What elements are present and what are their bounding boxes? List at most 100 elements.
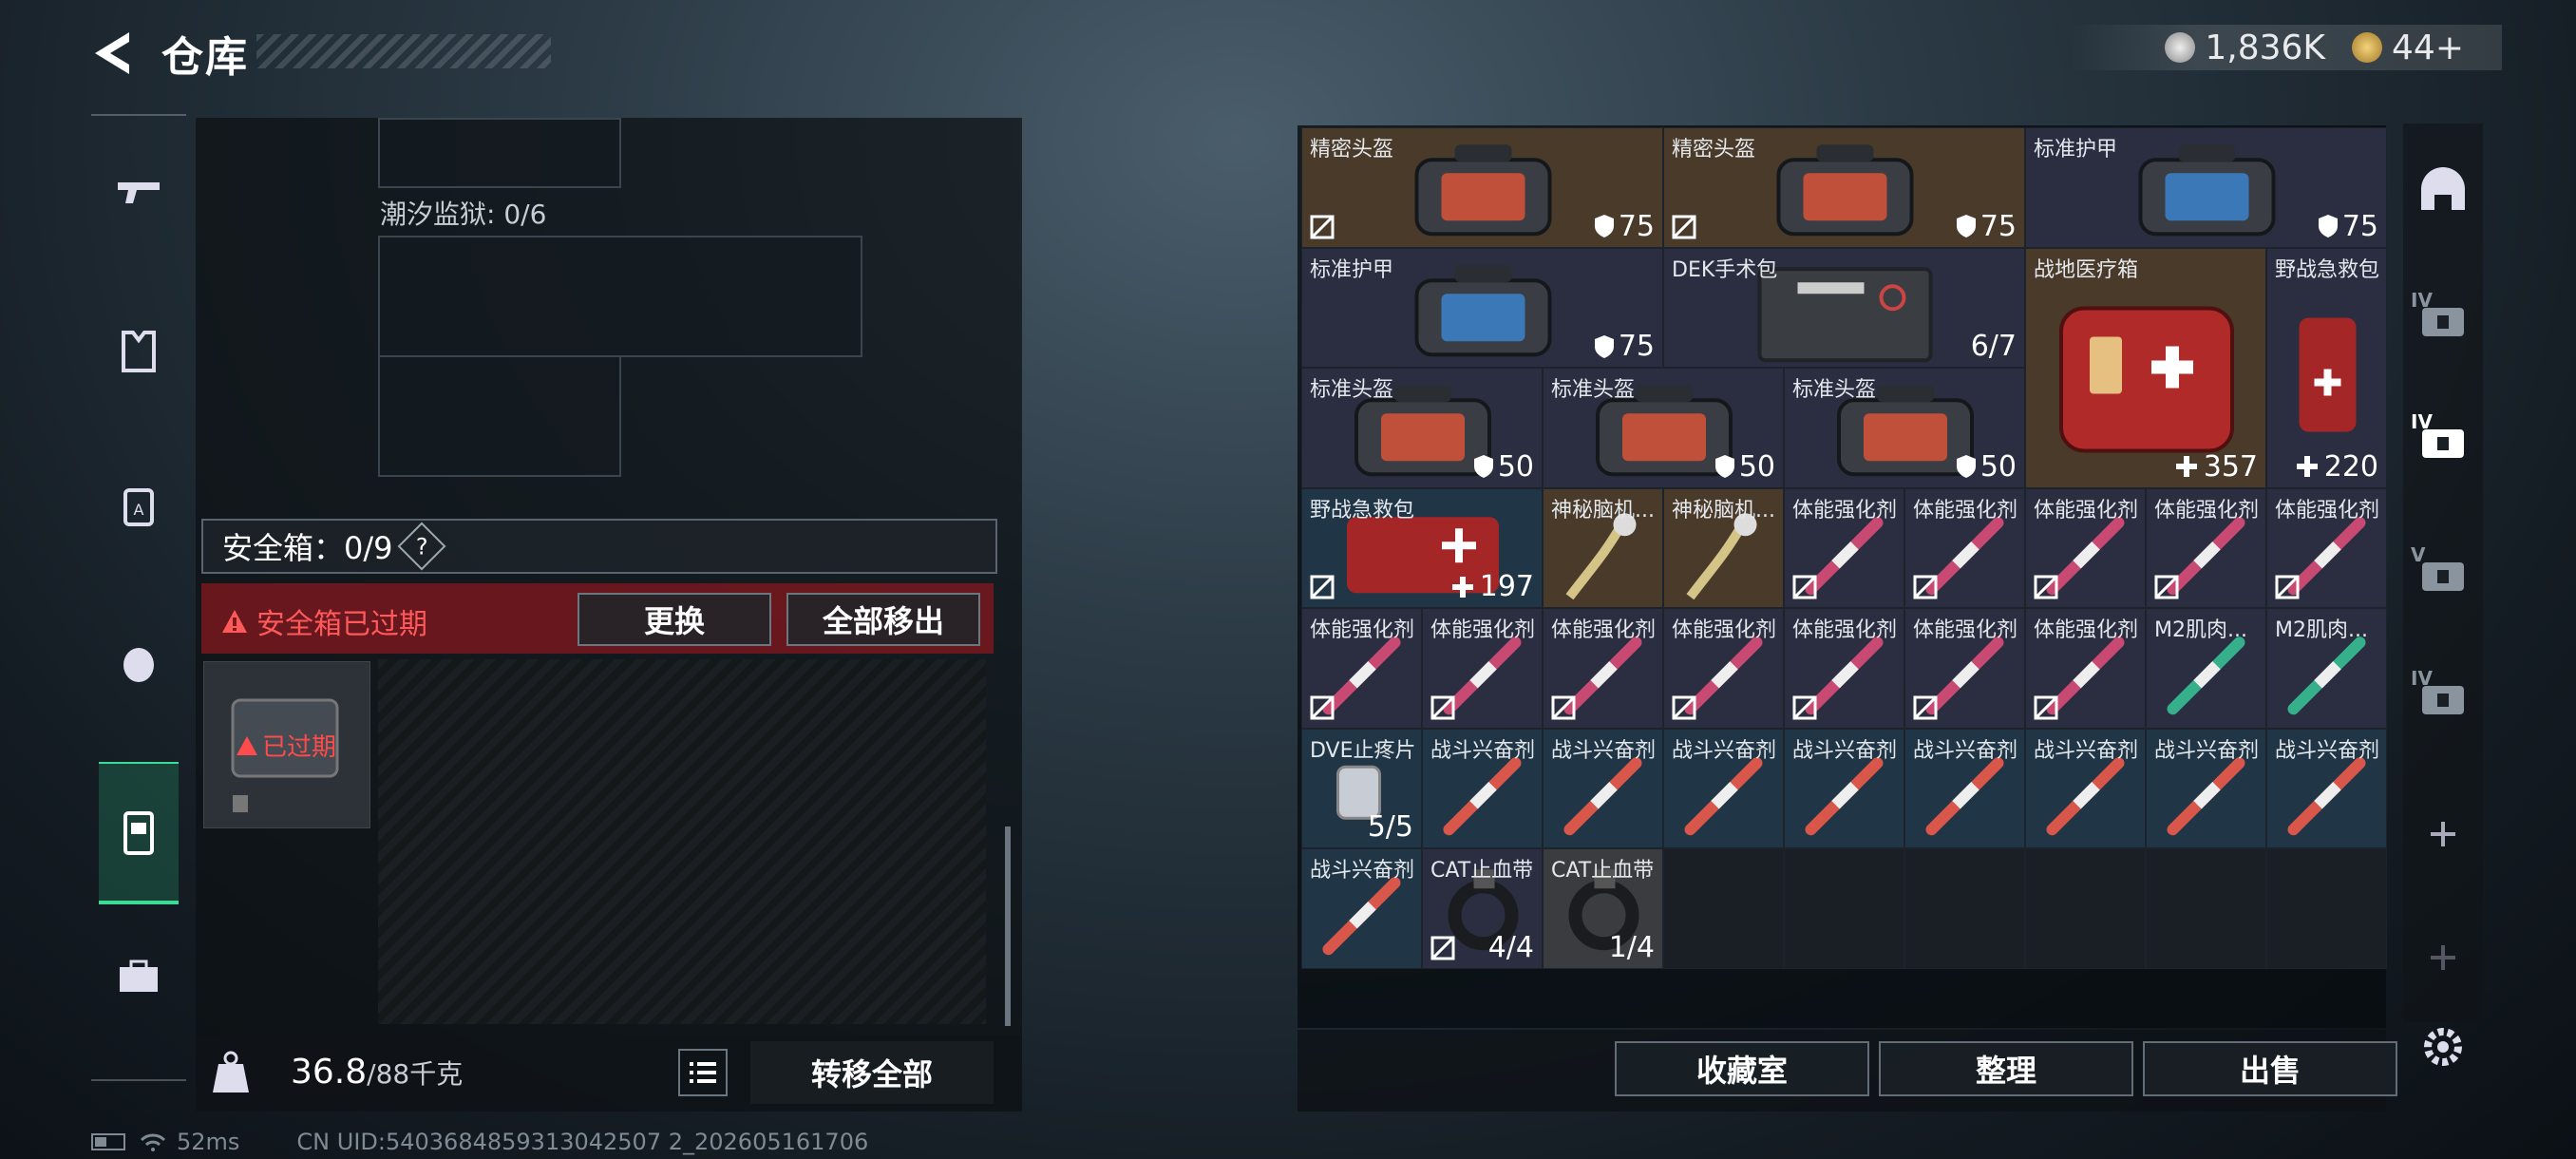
item-name: M2肌肉... [2275,618,2368,642]
empty-slot[interactable] [1904,848,2025,969]
remove-all-button[interactable]: 全部移出 [786,593,980,646]
empty-slot[interactable] [2266,848,2387,969]
expired-warning-text: 安全箱已过期 [256,608,427,641]
category-tab[interactable] [2413,160,2473,220]
inventory-item[interactable]: 战地医疗箱 357 [2025,247,2266,488]
case-expired-label: 已过期 [236,728,336,763]
item-name: 体能强化剂 [2034,618,2139,642]
inventory-item[interactable]: 神秘脑机... [1543,487,1663,608]
nav-safe-box[interactable] [99,762,179,904]
category-tab[interactable]: IV [2411,408,2473,469]
inventory-item[interactable]: 体能强化剂 [2146,487,2266,608]
nav-gun[interactable] [99,154,179,230]
inventory-item[interactable]: 战斗兴奋剂 [1543,728,1663,848]
inventory-item[interactable]: 战斗兴奋剂 [2146,728,2266,848]
inventory-item[interactable]: 体能强化剂 [2025,608,2146,729]
back-button[interactable] [87,27,137,80]
inventory-item[interactable]: CAT止血带 4/4 [1422,848,1543,969]
inventory-item[interactable]: 战斗兴奋剂 [1422,728,1543,848]
item-value: 75 [2318,210,2378,243]
empty-slot[interactable] [2146,848,2266,969]
inventory-item[interactable]: 体能强化剂 [1543,608,1663,729]
inventory-item[interactable]: 体能强化剂 [1663,608,1784,729]
category-tab[interactable]: IV [2411,287,2473,348]
no-sell-icon [1913,695,1938,719]
category-tab[interactable]: V [2411,542,2473,602]
category-tab[interactable]: IV [2411,665,2473,726]
nav-toolbox[interactable] [99,939,179,1015]
armor-icon [122,331,156,372]
inventory-item[interactable]: 神秘脑机... [1663,487,1784,608]
help-icon[interactable]: ? [397,522,445,571]
inventory-item[interactable]: 标准护甲 75 [1301,247,1663,368]
inventory-item[interactable]: DEK手术包 6/7 [1663,247,2025,368]
inventory-item[interactable]: 战斗兴奋剂 [1301,848,1422,969]
item-name: 战地医疗箱 [2034,257,2139,282]
inventory-item[interactable]: 体能强化剂 [2025,487,2146,608]
inventory-item[interactable]: 体能强化剂 [2266,487,2387,608]
list-toggle[interactable] [678,1049,728,1096]
inventory-item[interactable]: 体能强化剂 [1904,487,2025,608]
inventory-item[interactable]: M2肌肉... [2266,608,2387,729]
inventory-item[interactable]: 战斗兴奋剂 [1663,728,1784,848]
replace-button[interactable]: 更换 [578,593,771,646]
inventory-item[interactable]: 战斗兴奋剂 [1784,728,1904,848]
no-sell-icon [1430,936,1455,960]
inventory-item[interactable]: 体能强化剂 [1422,608,1543,729]
inventory-item[interactable]: 野战急救包 197 [1301,487,1543,608]
add-icon [2431,822,2455,846]
sell-button[interactable]: 出售 [2143,1041,2397,1096]
category-tab[interactable] [2413,927,2473,988]
settings-icon [2424,1028,2462,1066]
inventory-item[interactable]: 标准头盔 50 [1543,368,1784,488]
inventory-item[interactable]: 体能强化剂 [1904,608,2025,729]
inventory-item[interactable]: 战斗兴奋剂 [2266,728,2387,848]
nav-backpack[interactable]: A [99,467,179,543]
inventory-item[interactable]: 体能强化剂 [1784,608,1904,729]
category-tab[interactable] [2413,804,2473,864]
organize-button[interactable]: 整理 [1879,1041,2133,1096]
case-expired-text: 已过期 [262,733,337,762]
nav-bag[interactable] [99,625,179,701]
inventory-item[interactable]: CAT止血带 1/4 [1543,848,1663,969]
inventory-item[interactable]: 标准护甲 75 [2025,127,2387,248]
inventory-item[interactable]: 体能强化剂 [1784,487,1904,608]
no-sell-icon [1792,695,1817,719]
expired-warning: 安全箱已过期 [220,600,427,642]
no-sell-icon [2034,695,2058,719]
inventory-item[interactable]: 标准头盔 50 [1301,368,1543,488]
bottom-button-bar: 收藏室 整理 出售 [1297,1030,2397,1112]
inventory-item[interactable]: 精密头盔 75 [1663,127,2025,248]
transfer-all-button[interactable]: 转移全部 [750,1041,994,1104]
inventory-item[interactable]: 战斗兴奋剂 [2025,728,2146,848]
empty-slot[interactable] [1663,848,1784,969]
safe-box-grid[interactable] [378,659,986,1024]
item-name: CAT止血带 [1430,859,1534,883]
collection-room-button[interactable]: 收藏室 [1615,1041,1869,1096]
uid-text: CN UID:5403684859313042507 2_20260516170… [296,1129,869,1155]
no-sell-icon [1310,215,1335,238]
tier-label: IV [2411,289,2433,312]
empty-slot[interactable] [2025,848,2146,969]
no-sell-icon [1310,575,1335,599]
no-sell-icon [1792,575,1817,599]
category-tab[interactable] [2413,1016,2473,1077]
inventory-item[interactable]: 标准头盔 50 [1784,368,2025,488]
status-bar: 52ms CN UID:5403684859313042507 2_202605… [91,1129,868,1155]
inventory-item[interactable]: DVE止疼片 5/5 [1301,728,1422,848]
nav-armor[interactable] [99,314,179,390]
item-name: 战斗兴奋剂 [2034,738,2139,763]
scrollbar[interactable] [1005,826,1011,1026]
inventory-item[interactable]: M2肌肉... [2146,608,2266,729]
inventory-item[interactable]: 体能强化剂 [1301,608,1422,729]
grid-cell [378,236,862,357]
inventory-item[interactable]: 战斗兴奋剂 [1904,728,2025,848]
inventory-item[interactable]: 精密头盔 75 [1301,127,1663,248]
title-decoration [256,34,551,68]
item-name: 精密头盔 [1672,138,1756,162]
item-value: 75 [1594,330,1655,363]
empty-slot[interactable] [1784,848,1904,969]
item-name: 战斗兴奋剂 [2275,738,2380,763]
inventory-item[interactable]: 野战急救包 220 [2266,247,2387,488]
item-name: 标准护甲 [1310,257,1394,282]
